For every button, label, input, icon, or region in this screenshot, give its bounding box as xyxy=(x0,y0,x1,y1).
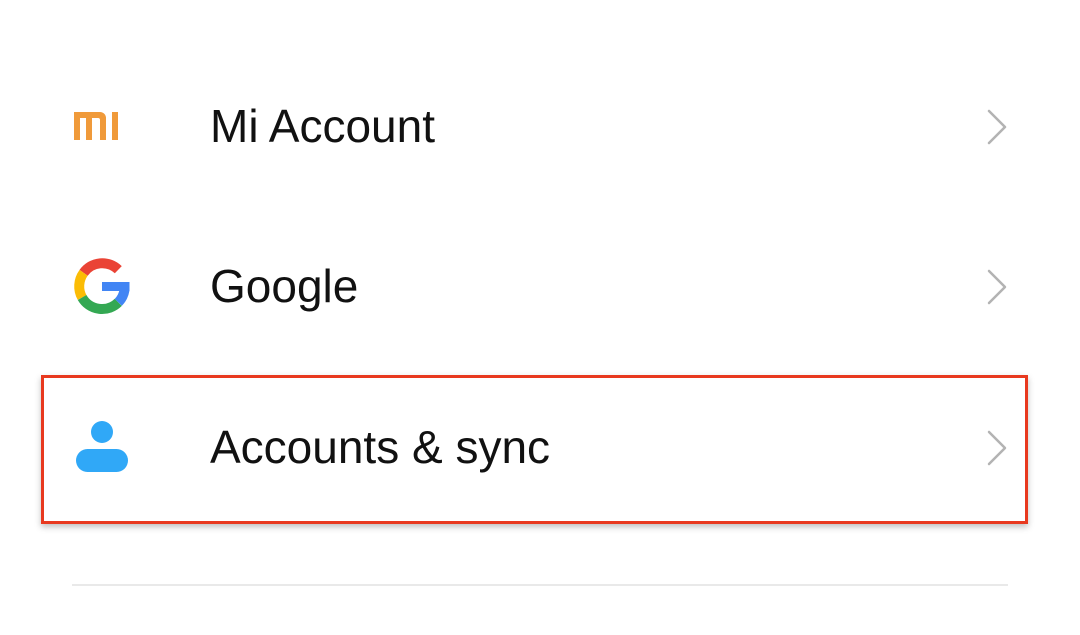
divider xyxy=(72,584,1008,586)
settings-item-accounts-sync[interactable]: Accounts & sync xyxy=(0,367,1080,527)
person-icon xyxy=(70,417,134,477)
settings-item-google[interactable]: Google xyxy=(0,206,1080,366)
google-g-icon xyxy=(70,256,134,316)
settings-item-mi-account[interactable]: Mi Account xyxy=(0,46,1080,206)
settings-item-label: Accounts & sync xyxy=(210,421,551,473)
settings-item-label: Google xyxy=(210,260,359,312)
chevron-right-icon xyxy=(984,428,1010,468)
settings-item-label: Mi Account xyxy=(210,100,435,152)
chevron-right-icon xyxy=(984,107,1010,147)
mi-logo-icon xyxy=(70,96,134,156)
chevron-right-icon xyxy=(984,267,1010,307)
settings-list: Mi Account Google Accounts & sync xyxy=(0,0,1080,635)
